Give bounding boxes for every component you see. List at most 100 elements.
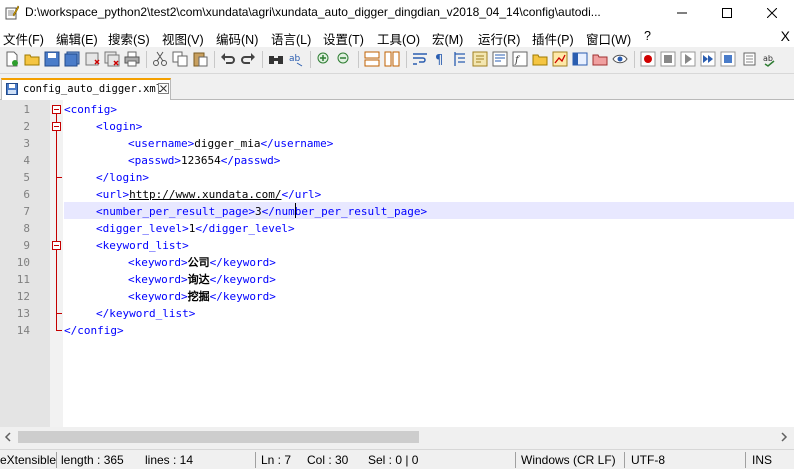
editor-area[interactable]: 1 2 3 4 5 6 7 8 9 10 11 12 13 14 <config… — [0, 100, 794, 427]
replace-icon[interactable]: ab — [288, 51, 304, 67]
fold-end-mark — [56, 177, 62, 178]
toolbar-separator — [634, 51, 635, 68]
line-number: 3 — [23, 137, 30, 150]
play-macro-icon[interactable] — [680, 51, 696, 67]
scroll-left-icon[interactable] — [4, 432, 12, 442]
close-icon — [160, 85, 167, 92]
xml-tag: </keyword> — [209, 290, 276, 303]
menu-encoding[interactable]: 编码(N) — [216, 29, 258, 48]
xml-tag: </config> — [64, 324, 124, 337]
scrollbar-thumb[interactable] — [18, 431, 419, 443]
fold-line — [56, 131, 57, 241]
find-icon[interactable] — [268, 51, 284, 67]
doc-map-icon[interactable] — [492, 51, 508, 67]
xml-tag: </username> — [260, 137, 334, 150]
cut-icon[interactable] — [152, 51, 168, 67]
line-number: 4 — [23, 154, 30, 167]
toolbar-separator — [146, 51, 147, 68]
new-file-icon[interactable] — [4, 51, 20, 67]
print-icon[interactable] — [124, 51, 140, 67]
undo-icon[interactable] — [220, 51, 236, 67]
menu-run[interactable]: 运行(R) — [478, 29, 520, 48]
menu-settings[interactable]: 设置(T) — [323, 29, 364, 48]
xml-text: 123654 — [180, 154, 221, 167]
menu-help[interactable]: ? — [644, 29, 651, 43]
maximize-icon — [722, 8, 732, 18]
xml-tag: <number_per_result_page> — [96, 205, 255, 218]
close-document-button[interactable]: X — [781, 28, 790, 44]
spellcheck-icon[interactable]: ab — [762, 51, 778, 67]
save-macro-icon[interactable] — [720, 51, 736, 67]
word-wrap-icon[interactable] — [412, 51, 428, 67]
status-selection: Sel : 0 | 0 — [368, 453, 419, 467]
function-list-icon[interactable]: f — [512, 51, 528, 67]
udl-icon[interactable] — [472, 51, 488, 67]
copy-icon[interactable] — [172, 51, 188, 67]
code-line: <passwd>123654</passwd> — [128, 152, 280, 169]
paste-icon[interactable] — [192, 51, 208, 67]
zoom-out-icon[interactable] — [336, 51, 352, 67]
status-encoding[interactable]: UTF-8 — [631, 453, 665, 467]
url-link[interactable]: http://www.xundata.com/ — [129, 188, 281, 201]
fold-toggle-login[interactable] — [52, 122, 61, 131]
status-eol[interactable]: Windows (CR LF) — [521, 453, 616, 467]
xml-tag: </url> — [281, 188, 322, 201]
open-file-icon[interactable] — [24, 51, 40, 67]
minimize-button[interactable] — [660, 0, 704, 26]
sync-vertical-icon[interactable] — [364, 51, 380, 67]
line-number: 2 — [23, 120, 30, 133]
svg-text:ab: ab — [763, 54, 773, 63]
tab-close-button[interactable] — [158, 83, 169, 94]
status-separator — [624, 452, 625, 468]
fold-toggle-keyword-list[interactable] — [52, 241, 61, 250]
code-line: <url>http://www.xundata.com/</url> — [96, 186, 321, 203]
sync-horizontal-icon[interactable] — [384, 51, 400, 67]
menu-language[interactable]: 语言(L) — [271, 29, 311, 48]
horizontal-scrollbar[interactable] — [0, 427, 794, 447]
xml-tag: </keyword> — [209, 273, 276, 286]
xml-tag: </keyword_list> — [96, 307, 196, 320]
fold-toggle-config[interactable] — [52, 105, 61, 114]
more-tools-icon[interactable] — [742, 51, 758, 67]
code-line: <keyword_list> — [96, 237, 189, 254]
xml-text: 询达 — [187, 273, 210, 286]
monitoring-icon[interactable] — [552, 51, 568, 67]
menu-edit[interactable]: 编辑(E) — [56, 29, 98, 48]
menu-search[interactable]: 搜索(S) — [108, 29, 150, 48]
menu-file[interactable]: 文件(F) — [3, 29, 44, 48]
close-window-button[interactable] — [750, 0, 794, 26]
panel-icon[interactable] — [572, 51, 588, 67]
scroll-right-icon[interactable] — [780, 432, 788, 442]
status-line: Ln : 7 — [261, 453, 292, 467]
save-icon — [6, 83, 18, 95]
record-macro-icon[interactable] — [640, 51, 656, 67]
save-all-icon[interactable] — [64, 51, 80, 67]
line-number: 14 — [16, 324, 30, 337]
indent-guide-icon[interactable] — [452, 51, 468, 67]
menu-macro[interactable]: 宏(M) — [432, 29, 463, 48]
menu-plugins[interactable]: 插件(P) — [532, 29, 574, 48]
menu-window[interactable]: 窗口(W) — [586, 29, 631, 48]
line-number: 6 — [23, 188, 30, 201]
redo-icon[interactable] — [240, 51, 256, 67]
close-all-icon[interactable] — [104, 51, 120, 67]
code-line: <config> — [64, 101, 117, 118]
xml-tag: </number_per_result_page> — [261, 205, 428, 218]
maximize-button[interactable] — [705, 0, 749, 26]
code-line: <username>digger_mia</username> — [128, 135, 333, 152]
bookmark-folder-icon[interactable] — [592, 51, 608, 67]
folder-workspace-icon[interactable] — [532, 51, 548, 67]
eye-icon[interactable] — [612, 51, 628, 67]
stop-macro-icon[interactable] — [660, 51, 676, 67]
fold-line — [56, 250, 57, 331]
tab-config-auto-digger[interactable]: config_auto_digger.xml — [1, 78, 171, 100]
status-insert-mode[interactable]: INS — [752, 453, 772, 467]
play-macro-multiple-icon[interactable] — [700, 51, 716, 67]
menu-tools[interactable]: 工具(O) — [377, 29, 420, 48]
xml-text: 3 — [254, 205, 262, 218]
save-icon[interactable] — [44, 51, 60, 67]
menu-view[interactable]: 视图(V) — [162, 29, 204, 48]
show-all-chars-icon[interactable]: ¶ — [432, 51, 448, 67]
zoom-in-icon[interactable] — [316, 51, 332, 67]
close-file-icon[interactable] — [84, 51, 100, 67]
